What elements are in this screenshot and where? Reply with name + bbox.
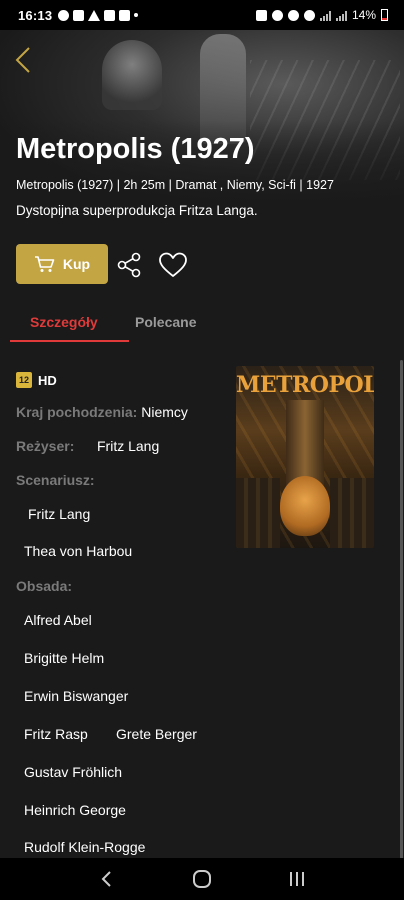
nav-home-icon bbox=[192, 870, 211, 888]
cart-icon bbox=[34, 256, 55, 272]
country-value: Niemcy bbox=[141, 404, 188, 420]
director-label: Reżyser: bbox=[16, 438, 75, 454]
poster-buildings-left bbox=[236, 478, 280, 548]
share-icon bbox=[117, 252, 141, 278]
poster-title: METROPOLIS bbox=[236, 372, 374, 398]
battery-percent: 14% bbox=[351, 8, 376, 22]
system-icons: 14% bbox=[255, 8, 388, 22]
movie-poster: METROPOLIS bbox=[236, 366, 374, 548]
nav-home-button[interactable] bbox=[182, 864, 222, 894]
poster-buildings-right bbox=[330, 478, 374, 548]
signal-2-icon bbox=[335, 10, 347, 21]
cast-member[interactable]: Fritz Rasp bbox=[24, 726, 88, 742]
nav-recents-button[interactable] bbox=[277, 864, 317, 894]
movie-title: Metropolis (1927) bbox=[16, 133, 255, 165]
director-name[interactable]: Fritz Lang bbox=[97, 438, 159, 454]
cast-member[interactable]: Heinrich George bbox=[24, 802, 126, 818]
cast-member[interactable]: Rudolf Klein-Rogge bbox=[24, 839, 145, 855]
share-button[interactable] bbox=[116, 252, 142, 278]
favorite-button[interactable] bbox=[158, 251, 188, 279]
status-time: 16:13 bbox=[18, 7, 53, 23]
country-label: Kraj pochodzenia: bbox=[16, 404, 138, 420]
at-icon bbox=[58, 9, 70, 21]
alarm-icon bbox=[271, 9, 283, 21]
wifi-icon bbox=[303, 9, 315, 21]
cast-label: Obsada: bbox=[16, 578, 73, 594]
movie-description: Dystopijna superprodukcja Fritza Langa. bbox=[16, 203, 258, 218]
movie-meta: Metropolis (1927) | 2h 25m | Dramat , Ni… bbox=[16, 178, 334, 192]
warning-icon bbox=[88, 9, 101, 21]
nav-recents-icon bbox=[289, 872, 304, 886]
country-row: Kraj pochodzenia: Niemcy bbox=[16, 404, 188, 420]
writer-name[interactable]: Thea von Harbou bbox=[24, 543, 132, 559]
image-icon bbox=[104, 9, 116, 21]
poster-robot-face bbox=[280, 476, 330, 536]
video-icon bbox=[119, 9, 131, 21]
backdrop-figure bbox=[102, 40, 162, 110]
writers-row: Scenariusz: bbox=[16, 472, 95, 488]
more-notifications-icon bbox=[134, 13, 139, 17]
writer-name[interactable]: Fritz Lang bbox=[28, 506, 90, 522]
battery-icon bbox=[381, 9, 388, 21]
back-button[interactable] bbox=[8, 42, 38, 78]
mail-icon bbox=[73, 9, 85, 21]
nav-back-icon bbox=[101, 871, 112, 887]
cast-row: Obsada: bbox=[16, 578, 72, 594]
scrollbar[interactable] bbox=[400, 360, 403, 860]
heart-icon bbox=[159, 252, 187, 277]
cast-member[interactable]: Alfred Abel bbox=[24, 612, 92, 628]
tab-polecane[interactable]: Polecane bbox=[129, 310, 202, 342]
notification-icons bbox=[58, 9, 139, 21]
cast-member[interactable]: Brigitte Helm bbox=[24, 650, 104, 666]
age-rating-badge: 12 bbox=[16, 372, 32, 389]
cast-member[interactable]: Grete Berger bbox=[116, 726, 197, 742]
buy-button-label: Kup bbox=[62, 256, 91, 272]
lock-icon bbox=[255, 9, 267, 21]
mute-icon bbox=[287, 9, 299, 21]
chevron-left-icon bbox=[15, 47, 30, 73]
writers-label: Scenariusz: bbox=[16, 472, 95, 488]
tab-szczegoly[interactable]: Szczegóły bbox=[10, 310, 129, 342]
tab-bar: Szczegóły Polecane bbox=[10, 310, 202, 342]
rating-row: 12 HD bbox=[16, 371, 57, 389]
nav-back-button[interactable] bbox=[87, 864, 127, 894]
signal-icon bbox=[319, 10, 331, 21]
system-nav-bar bbox=[0, 858, 404, 900]
buy-button[interactable]: Kup bbox=[16, 244, 108, 284]
quality-badge: HD bbox=[38, 372, 57, 388]
cast-member[interactable]: Gustav Fröhlich bbox=[24, 764, 122, 780]
cast-member[interactable]: Erwin Biswanger bbox=[24, 688, 128, 704]
status-bar: 16:13 14% bbox=[0, 0, 404, 30]
director-row: Reżyser: bbox=[16, 438, 74, 454]
